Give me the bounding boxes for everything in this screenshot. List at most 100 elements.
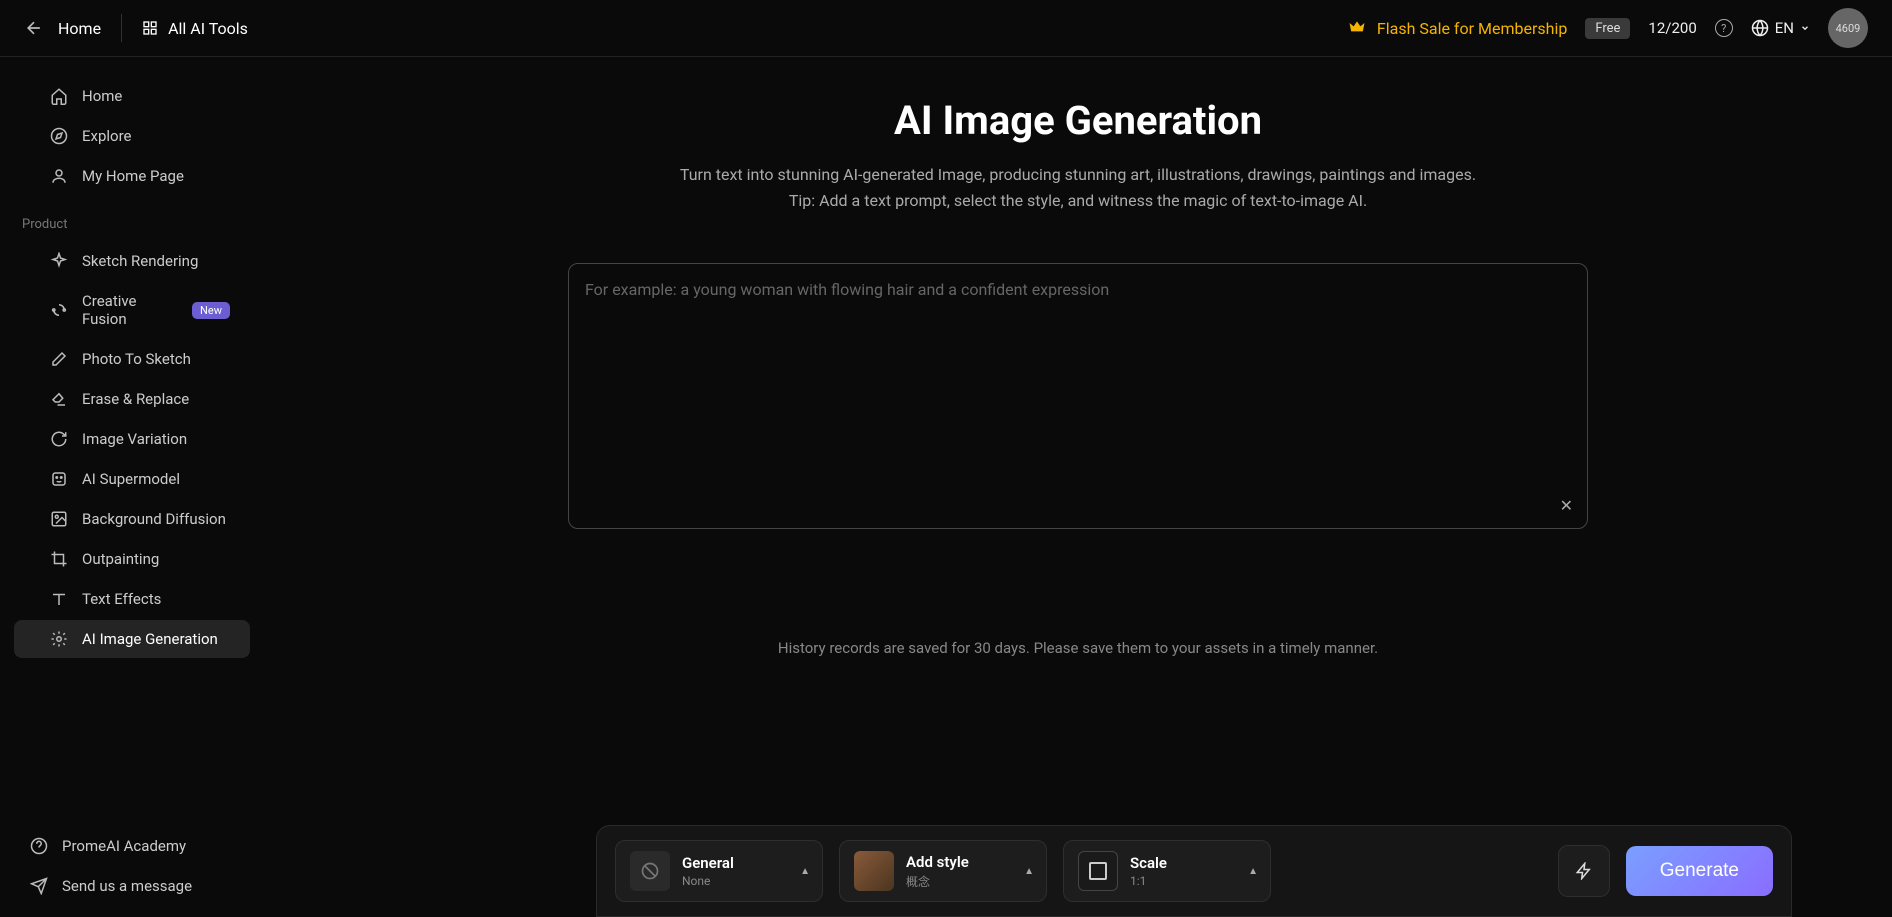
- general-sub: None: [682, 874, 734, 888]
- clear-prompt-button[interactable]: ✕: [1560, 496, 1573, 516]
- pencil-icon: [50, 350, 68, 368]
- sidebar-item-label: Creative Fusion: [82, 292, 178, 328]
- crop-icon: [50, 550, 68, 568]
- chevron-up-icon: ▲: [800, 866, 810, 877]
- sidebar-item-label: My Home Page: [82, 167, 184, 185]
- back-arrow-icon: [24, 18, 44, 38]
- subtitle-line-2: Tip: Add a text prompt, select the style…: [789, 191, 1367, 210]
- page-subtitle: Turn text into stunning AI-generated Ima…: [628, 162, 1528, 213]
- sidebar: Home Explore My Home Page Product Sketch R…: [0, 57, 264, 917]
- turbo-button[interactable]: [1558, 845, 1610, 897]
- help-icon[interactable]: ?: [1715, 19, 1733, 37]
- loop-icon: [50, 301, 68, 319]
- avatar-label: 4609: [1836, 22, 1861, 35]
- face-icon: [50, 470, 68, 488]
- sidebar-item-outpainting[interactable]: Outpainting: [14, 540, 250, 578]
- square-icon: [1089, 862, 1107, 880]
- bottom-bar: General None ▲ Add style 概念 ▲ Scale 1:1: [596, 825, 1792, 917]
- sidebar-item-label: Outpainting: [82, 550, 159, 568]
- sidebar-section-label: Product: [0, 197, 264, 242]
- sidebar-item-label: Photo To Sketch: [82, 350, 191, 368]
- prompt-box: ✕: [568, 263, 1588, 529]
- free-badge: Free: [1585, 18, 1630, 39]
- sidebar-item-sketch-rendering[interactable]: Sketch Rendering: [14, 242, 250, 280]
- all-ai-tools-link[interactable]: All AI Tools: [142, 19, 248, 38]
- sidebar-item-image-variation[interactable]: Image Variation: [14, 420, 250, 458]
- eraser-icon: [50, 390, 68, 408]
- scale-thumb: [1078, 851, 1118, 891]
- crown-icon: [1347, 18, 1367, 38]
- sidebar-item-label: Text Effects: [82, 590, 161, 608]
- chevron-down-icon: [1800, 23, 1810, 33]
- globe-icon: [1751, 19, 1769, 37]
- help-icon: [30, 837, 48, 855]
- sidebar-item-explore[interactable]: Explore: [14, 117, 250, 155]
- back-home[interactable]: Home: [24, 18, 101, 38]
- sidebar-item-erase-replace[interactable]: Erase & Replace: [14, 380, 250, 418]
- sidebar-item-label: AI Image Generation: [82, 630, 218, 648]
- sidebar-scroll: Home Explore My Home Page Product Sketch R…: [0, 77, 264, 827]
- sidebar-item-label: Sketch Rendering: [82, 252, 198, 270]
- refresh-icon: [50, 430, 68, 448]
- header-right: Flash Sale for Membership Free 12/200 ? …: [1347, 8, 1868, 48]
- main: AI Image Generation Turn text into stunn…: [264, 57, 1892, 917]
- sidebar-item-label: Erase & Replace: [82, 390, 189, 408]
- scale-sub: 1:1: [1130, 874, 1167, 888]
- new-badge: New: [192, 302, 230, 319]
- scale-option[interactable]: Scale 1:1 ▲: [1063, 840, 1271, 902]
- none-icon: [630, 851, 670, 891]
- style-title: Add style: [906, 853, 969, 871]
- sidebar-item-label: Explore: [82, 127, 132, 145]
- sidebar-item-label: Image Variation: [82, 430, 187, 448]
- sidebar-item-label: Send us a message: [62, 877, 192, 895]
- compass-icon: [50, 127, 68, 145]
- sidebar-footer: PromeAI Academy Send us a message: [0, 827, 264, 917]
- subtitle-line-1: Turn text into stunning AI-generated Ima…: [680, 165, 1476, 184]
- sparkle-icon: [50, 252, 68, 270]
- language-label: EN: [1775, 19, 1794, 37]
- history-note: History records are saved for 30 days. P…: [304, 639, 1852, 657]
- sidebar-item-text-effects[interactable]: Text Effects: [14, 580, 250, 618]
- sidebar-item-ai-image-generation[interactable]: AI Image Generation: [14, 620, 250, 658]
- header: Home All AI Tools Flash Sale for Members…: [0, 0, 1892, 57]
- bolt-icon: [1575, 862, 1593, 880]
- style-sub: 概念: [906, 873, 969, 890]
- sidebar-item-promeai-academy[interactable]: PromeAI Academy: [10, 827, 250, 865]
- text-icon: [50, 590, 68, 608]
- image-icon: [50, 510, 68, 528]
- flash-sale-link[interactable]: Flash Sale for Membership: [1347, 18, 1567, 38]
- sidebar-item-label: Background Diffusion: [82, 510, 226, 528]
- language-select[interactable]: EN: [1751, 19, 1810, 37]
- prompt-input[interactable]: [585, 280, 1571, 500]
- header-left: Home All AI Tools: [24, 14, 248, 42]
- style-thumb: [854, 851, 894, 891]
- sidebar-item-label: Home: [82, 87, 122, 105]
- scale-title: Scale: [1130, 854, 1167, 872]
- generate-button[interactable]: Generate: [1626, 846, 1773, 896]
- chevron-up-icon: ▲: [1248, 866, 1258, 877]
- sidebar-item-label: PromeAI Academy: [62, 837, 186, 855]
- sidebar-item-send-us-a-message[interactable]: Send us a message: [10, 867, 250, 905]
- sidebar-item-home[interactable]: Home: [14, 77, 250, 115]
- home-label: Home: [58, 19, 101, 38]
- all-tools-label: All AI Tools: [168, 19, 248, 38]
- page-title: AI Image Generation: [304, 97, 1852, 144]
- sidebar-item-photo-to-sketch[interactable]: Photo To Sketch: [14, 340, 250, 378]
- header-divider: [121, 14, 122, 42]
- flash-sale-label: Flash Sale for Membership: [1377, 19, 1567, 38]
- credits-count: 12/200: [1648, 19, 1696, 37]
- chevron-up-icon: ▲: [1024, 866, 1034, 877]
- sidebar-item-creative-fusion[interactable]: Creative Fusion New: [14, 282, 250, 338]
- avatar[interactable]: 4609: [1828, 8, 1868, 48]
- sidebar-item-background-diffusion[interactable]: Background Diffusion: [14, 500, 250, 538]
- send-icon: [30, 877, 48, 895]
- style-option[interactable]: Add style 概念 ▲: [839, 840, 1047, 902]
- scale-option-text: Scale 1:1: [1130, 854, 1167, 888]
- sidebar-item-ai-supermodel[interactable]: AI Supermodel: [14, 460, 250, 498]
- sidebar-item-my-home-page[interactable]: My Home Page: [14, 157, 250, 195]
- general-option[interactable]: General None ▲: [615, 840, 823, 902]
- sidebar-item-label: AI Supermodel: [82, 470, 180, 488]
- general-option-text: General None: [682, 854, 734, 888]
- gear-icon: [50, 630, 68, 648]
- grid-icon: [142, 20, 158, 36]
